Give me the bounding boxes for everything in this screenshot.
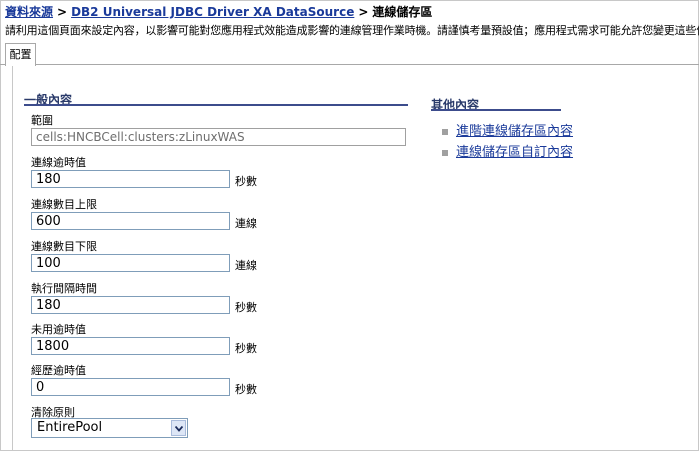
link-advanced-pool-properties[interactable]: 進階連線儲存區內容: [442, 120, 573, 139]
general-properties-rule: [24, 104, 408, 106]
purge-policy-value: EntirePool: [37, 420, 103, 435]
breadcrumb-separator: >: [57, 5, 68, 19]
reap-time-unit: 秒數: [235, 301, 257, 314]
tab-configuration[interactable]: 配置: [5, 43, 36, 66]
chevron-down-icon: [175, 426, 183, 432]
aged-timeout-input[interactable]: [31, 378, 230, 396]
reap-time-input[interactable]: [31, 296, 230, 314]
breadcrumb-separator: >: [358, 5, 369, 19]
breadcrumb-link-datasources[interactable]: 資料來源: [5, 5, 53, 19]
min-connections-label: 連線數目下限: [31, 240, 97, 253]
breadcrumb: 資料來源 > DB2 Universal JDBC Driver XA DataSo…: [5, 3, 432, 20]
aged-timeout-unit: 秒數: [235, 383, 257, 396]
breadcrumb-current: 連線儲存區: [372, 5, 433, 19]
purge-policy-select[interactable]: EntirePool: [31, 418, 188, 438]
connection-timeout-input[interactable]: [31, 170, 230, 188]
aged-timeout-label: 經歷逾時值: [31, 364, 86, 377]
min-connections-input[interactable]: [31, 254, 230, 272]
bullet-square-icon: [442, 149, 448, 156]
max-connections-unit: 連線: [235, 217, 257, 230]
additional-properties-rule: [431, 109, 561, 111]
reap-time-label: 執行間隔時間: [31, 282, 97, 295]
bullet-square-icon: [442, 128, 448, 135]
link-pool-custom-properties-text[interactable]: 連線儲存區自訂內容: [456, 145, 573, 160]
tab-divider: [0, 64, 699, 65]
unused-timeout-unit: 秒數: [235, 342, 257, 355]
link-pool-custom-properties[interactable]: 連線儲存區自訂內容: [442, 141, 573, 160]
breadcrumb-link-datasource[interactable]: DB2 Universal JDBC Driver XA DataSource: [71, 5, 354, 19]
page-description: 請利用這個頁面來設定內容，以影響可能對您應用程式效能造成影響的連線管理作業時機。…: [5, 24, 699, 37]
link-advanced-pool-properties-text[interactable]: 進階連線儲存區內容: [456, 124, 573, 139]
max-connections-input[interactable]: [31, 212, 230, 230]
scope-label: 範圍: [31, 114, 53, 127]
unused-timeout-input[interactable]: [31, 337, 230, 355]
scope-field: [31, 128, 406, 146]
unused-timeout-label: 未用逾時值: [31, 323, 86, 336]
dropdown-button[interactable]: [171, 420, 186, 436]
connection-timeout-label: 連線逾時值: [31, 156, 86, 169]
min-connections-unit: 連線: [235, 259, 257, 272]
connection-timeout-unit: 秒數: [235, 175, 257, 188]
max-connections-label: 連線數目上限: [31, 198, 97, 211]
